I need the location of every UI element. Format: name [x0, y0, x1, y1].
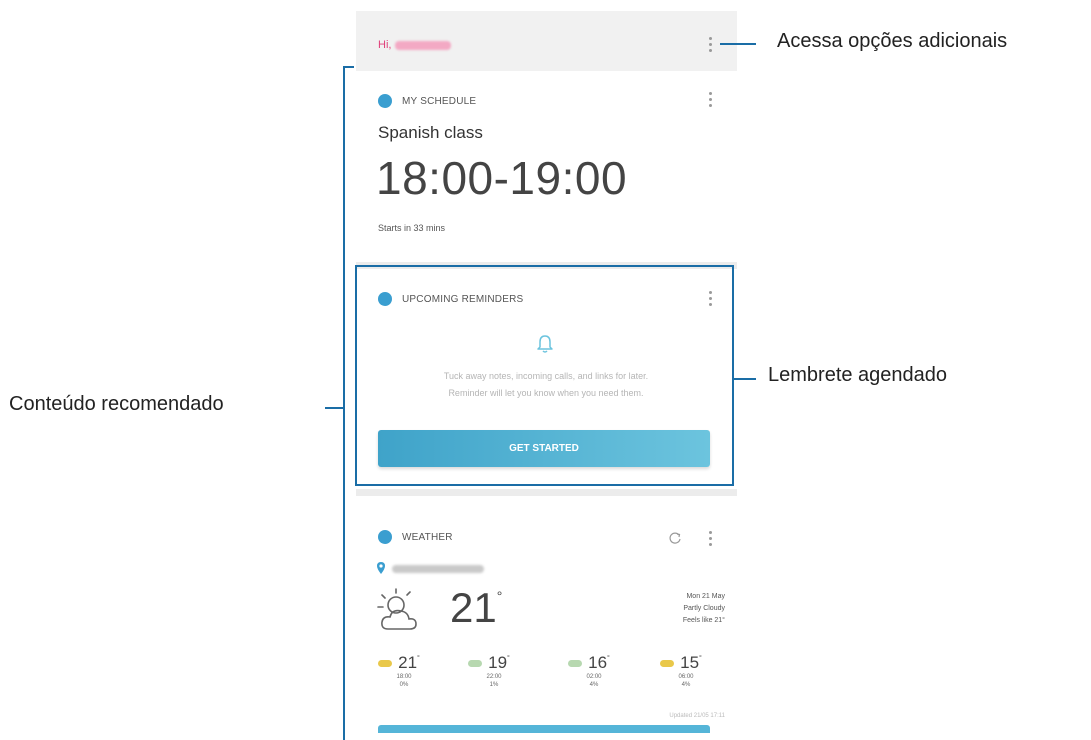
- schedule-icon: [378, 94, 392, 108]
- weather-feels-like: Feels like 21°: [682, 617, 725, 624]
- weather-details: Mon 21 May Partly Cloudy Feels like 21°: [683, 591, 725, 627]
- bracket-top: [343, 66, 354, 68]
- forecast-item: 19° 22:00 1%: [464, 653, 524, 689]
- sun-cloud-icon: [378, 660, 392, 667]
- weather-condition: Partly Cloudy: [683, 605, 725, 612]
- weather-card[interactable]: WEATHER 21° Mon 21 May Partly Cloudy Fee…: [356, 496, 737, 740]
- event-starts: Starts in 33 mins: [378, 223, 446, 233]
- callout-line: [733, 378, 756, 380]
- more-options-icon[interactable]: [708, 37, 712, 53]
- annotation-recommended: Conteúdo recomendado: [9, 393, 224, 415]
- partly-cloudy-icon: [377, 588, 417, 630]
- bracket-line: [343, 66, 345, 740]
- card-more-icon[interactable]: [708, 531, 712, 547]
- forecast-item: 15° 06:00 4%: [656, 653, 716, 689]
- forecast-item: 16° 02:00 4%: [564, 653, 624, 689]
- greeting: Hi,: [378, 39, 452, 51]
- cloud-icon: [468, 660, 482, 667]
- weather-date: Mon 21 May: [686, 593, 725, 600]
- card-more-icon[interactable]: [708, 92, 712, 108]
- annotation-more-options: Acessa opções adicionais: [777, 30, 1008, 52]
- sun-cloud-icon: [660, 660, 674, 667]
- card-title: WEATHER: [402, 531, 453, 543]
- greeting-bar: Hi,: [356, 11, 737, 71]
- card-title: MY SCHEDULE: [402, 95, 477, 107]
- annotation-reminder: Lembrete agendado: [768, 364, 948, 386]
- location-name-blurred: [392, 565, 484, 573]
- event-name: Spanish class: [378, 123, 483, 142]
- callout-line: [325, 407, 343, 409]
- cloud-icon: [568, 660, 582, 667]
- callout-line: [720, 43, 756, 45]
- current-temperature: 21°: [450, 584, 503, 631]
- forecast-item: 21° 18:00 0%: [374, 653, 434, 689]
- greeting-label: Hi,: [378, 39, 392, 51]
- location-pin-icon: [377, 562, 385, 574]
- refresh-icon[interactable]: [668, 531, 682, 545]
- reminder-highlight-box: [355, 265, 734, 486]
- weather-updated: Updated 21/05 17:11: [669, 713, 725, 719]
- schedule-card[interactable]: MY SCHEDULE Spanish class 18:00-19:00 St…: [356, 71, 737, 262]
- weather-icon: [378, 530, 392, 544]
- user-name-blurred: [395, 40, 452, 50]
- event-time: 18:00-19:00: [376, 152, 628, 204]
- weather-button[interactable]: [378, 725, 710, 733]
